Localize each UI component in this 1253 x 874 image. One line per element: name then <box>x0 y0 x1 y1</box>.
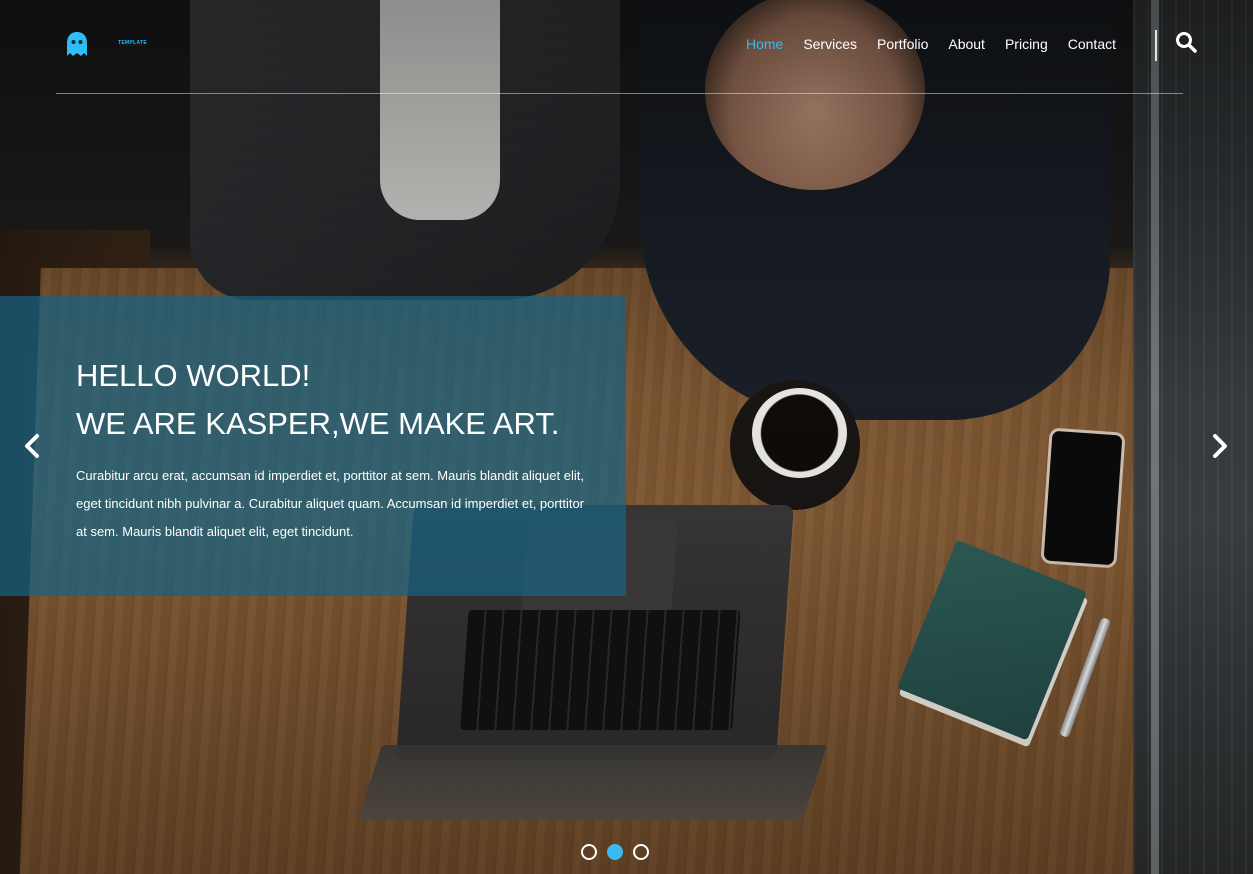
nav-divider <box>1155 30 1157 61</box>
nav-link-contact[interactable]: Contact <box>1068 36 1116 52</box>
hero-paragraph: Curabitur arcu erat, accumsan id imperdi… <box>76 468 584 539</box>
search-icon <box>1176 32 1197 53</box>
nav-item-home: Home <box>746 36 783 54</box>
next-slide-button[interactable] <box>1207 430 1233 462</box>
slide-indicator-1[interactable] <box>581 844 597 860</box>
nav-item-about: About <box>948 36 985 54</box>
nav-link-services[interactable]: Services <box>803 36 857 52</box>
main-nav: Home Services Portfolio About Pricing Co… <box>746 36 1116 54</box>
ghost-icon <box>67 32 87 56</box>
nav-item-pricing: Pricing <box>1005 36 1048 54</box>
nav-item-contact: Contact <box>1068 36 1116 54</box>
nav-link-portfolio[interactable]: Portfolio <box>877 36 928 52</box>
nav-link-about[interactable]: About <box>948 36 985 52</box>
hero-title-line-2: WE ARE KASPER,WE MAKE ART. <box>76 406 560 441</box>
prev-slide-button[interactable] <box>19 430 45 462</box>
nav-item-services: Services <box>803 36 857 54</box>
hero-caption: HELLO WORLD! WE ARE KASPER,WE MAKE ART. … <box>0 296 626 596</box>
nav-link-pricing[interactable]: Pricing <box>1005 36 1048 52</box>
site-header: TEMPLATE Home Services Portfolio About P… <box>56 0 1197 94</box>
slider-indicators <box>581 844 649 860</box>
hero-title: HELLO WORLD! WE ARE KASPER,WE MAKE ART. <box>76 352 560 448</box>
logo-text: TEMPLATE <box>118 40 147 46</box>
logo-link[interactable]: TEMPLATE <box>64 30 147 58</box>
nav-link-home[interactable]: Home <box>746 36 783 52</box>
hero-title-line-1: HELLO WORLD! <box>76 358 311 393</box>
search-button[interactable] <box>1175 31 1197 53</box>
nav-item-portfolio: Portfolio <box>877 36 928 54</box>
chevron-right-icon <box>1213 434 1227 458</box>
slide-indicator-3[interactable] <box>633 844 649 860</box>
chevron-left-icon <box>25 434 39 458</box>
slide-indicator-2[interactable] <box>607 844 623 860</box>
